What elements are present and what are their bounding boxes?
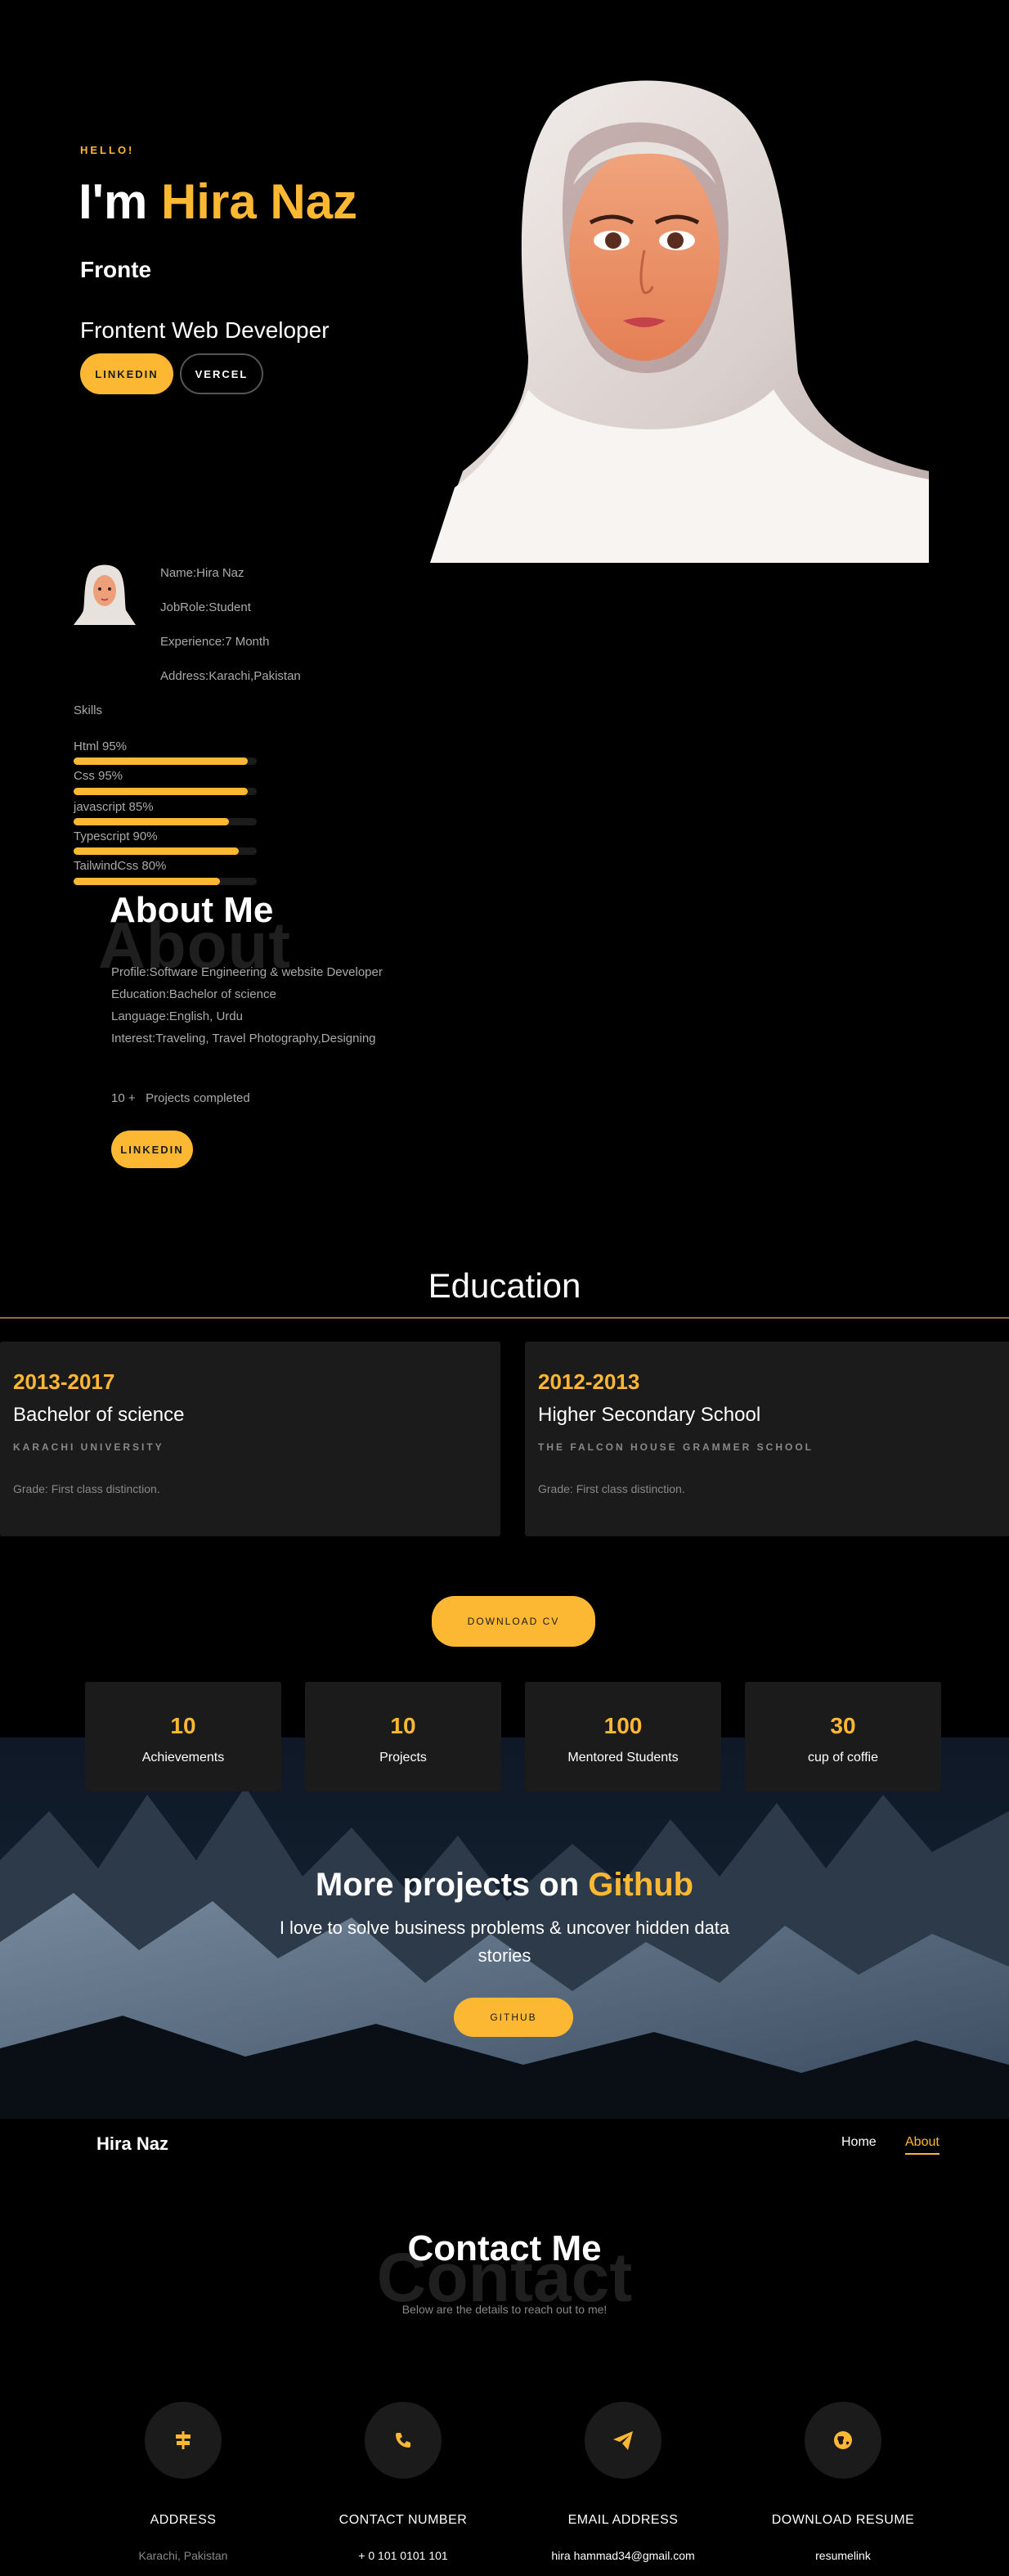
stat-label: cup of coffie [808,1751,878,1765]
github-subtitle: I love to solve business problems & unco… [279,1917,730,1966]
about-language: Language:English, Urdu [111,1009,243,1023]
projects-label: Projects completed [146,1091,250,1105]
hero-title-name: Hira Naz [160,174,358,229]
github-title-accent: Github [588,1867,694,1903]
about-education: Education:Bachelor of science [111,987,276,1001]
contact-item-title: DOWNLOAD RESUME [771,2513,915,2527]
education-school: THE FALCON HOUSE GRAMMER SCHOOL [538,1441,814,1453]
contact-number: CONTACT NUMBER + 0 101 0101 101 [305,2402,501,2562]
contact-resume: DOWNLOAD RESUME resumelink [745,2402,941,2562]
github-title: More projects on Github [0,1867,1009,1904]
education-grade: Grade: First class distinction. [538,1482,685,1495]
github-button[interactable]: GITHUB [454,1998,573,2037]
nav-link-about[interactable]: About [905,2135,939,2155]
education-card: 2012-2013 Higher Secondary School THE FA… [525,1342,1009,1536]
contact-item-title: CONTACT NUMBER [339,2513,468,2527]
education-school: KARACHI UNIVERSITY [13,1441,164,1453]
skill-bar-html [74,758,257,765]
skill-bar-css-fill [74,788,248,795]
download-cv-button[interactable]: DOWNLOAD CV [432,1596,595,1647]
contact-title: Contact Me [407,2228,602,2268]
stat-card: 30 cup of coffie [745,1682,941,1792]
hero-title: I'm Hira Naz [78,173,357,230]
hero-greeting: HELLO! [80,144,135,156]
skill-bar-tailwind [74,878,257,885]
profile-avatar [74,564,136,625]
education-grade: Grade: First class distinction. [13,1482,160,1495]
education-divider [0,1317,1009,1319]
hero-vercel-button[interactable]: VERCEL [180,353,263,394]
skill-bar-javascript-fill [74,818,230,825]
skill-label-typescript: Typescript 90% [74,829,158,843]
stat-number: 100 [603,1713,643,1738]
skill-bar-typescript [74,847,257,855]
skills-heading: Skills [74,704,103,717]
skill-bar-typescript-fill [74,847,239,855]
contact-item-title: ADDRESS [150,2513,217,2527]
hero-role: Frontent Web Developer [80,317,330,343]
skill-label-tailwind: TailwindCss 80% [74,859,167,873]
education-title: Education [428,1266,581,1305]
skill-bar-tailwind-fill [74,878,221,885]
contact-item-value[interactable]: hira hammad34@gmail.com [525,2549,721,2562]
projects-count: 10 + [111,1091,136,1105]
signpost-icon [176,2431,191,2449]
contact-item-title: EMAIL ADDRESS [567,2513,679,2527]
skill-bar-javascript [74,818,257,825]
contact-icon-circle [145,2402,222,2479]
contact-email: EMAIL ADDRESS hira hammad34@gmail.com [525,2402,721,2562]
contact-address: ADDRESS Karachi, Pakistan [85,2402,281,2562]
education-card: 2013-2017 Bachelor of science KARACHI UN… [0,1342,500,1536]
contact-icon-circle [365,2402,442,2479]
skill-label-javascript: javascript 85% [74,800,154,814]
about-profile: Profile:Software Engineering & website D… [111,965,383,979]
skill-label-css: Css 95% [74,769,123,783]
nav-link-home[interactable]: Home [841,2135,877,2150]
profile-experience: Experience:7 Month [160,635,270,649]
stat-card: 100 Mentored Students [525,1682,721,1792]
stat-card: 10 Achievements [85,1682,281,1792]
education-degree: Bachelor of science [13,1404,185,1426]
stat-number: 10 [170,1713,196,1738]
about-title: About Me [110,890,274,930]
profile-address: Address:Karachi,Pakistan [160,669,301,683]
stat-number: 10 [390,1713,416,1738]
stat-label: Projects [379,1751,427,1765]
skill-label-html: Html 95% [74,740,128,753]
phone-icon [396,2433,410,2448]
contact-icon-circle [585,2402,661,2479]
hero-portrait-image [430,80,929,563]
education-degree: Higher Secondary School [538,1404,761,1426]
skill-bar-html-fill [74,758,248,765]
contact-subtitle: Below are the details to reach out to me… [401,2303,608,2316]
contact-icon-circle [805,2402,881,2479]
contact-item-value[interactable]: + 0 101 0101 101 [305,2549,501,2562]
hero-typing-text: Fronte [80,257,152,282]
profile-name: Name:Hira Naz [160,566,244,580]
globe-icon [834,2431,852,2449]
about-linkedin-button[interactable]: LINKEDIN [111,1131,193,1168]
hero-title-im: I'm [78,174,148,229]
contact-item-value[interactable]: resumelink [745,2549,941,2562]
nav-brand[interactable]: Hira Naz [96,2133,168,2155]
stat-label: Achievements [141,1751,225,1765]
contact-item-value: Karachi, Pakistan [138,2549,228,2562]
about-interest: Interest:Traveling, Travel Photography,D… [111,1032,376,1045]
github-title-prefix: More projects on [315,1867,580,1903]
education-years: 2012-2013 [538,1369,640,1394]
skill-bar-css [74,788,257,795]
stat-card: 10 Projects [305,1682,501,1792]
hero-linkedin-button[interactable]: LINKEDIN [80,353,173,394]
about-projects-completed: 10 + Projects completed [111,1091,250,1105]
profile-job-role: JobRole:Student [160,600,251,614]
stat-label: Mentored Students [567,1751,679,1765]
education-years: 2013-2017 [13,1369,115,1394]
paper-plane-icon [613,2431,633,2450]
stat-number: 30 [830,1713,856,1738]
